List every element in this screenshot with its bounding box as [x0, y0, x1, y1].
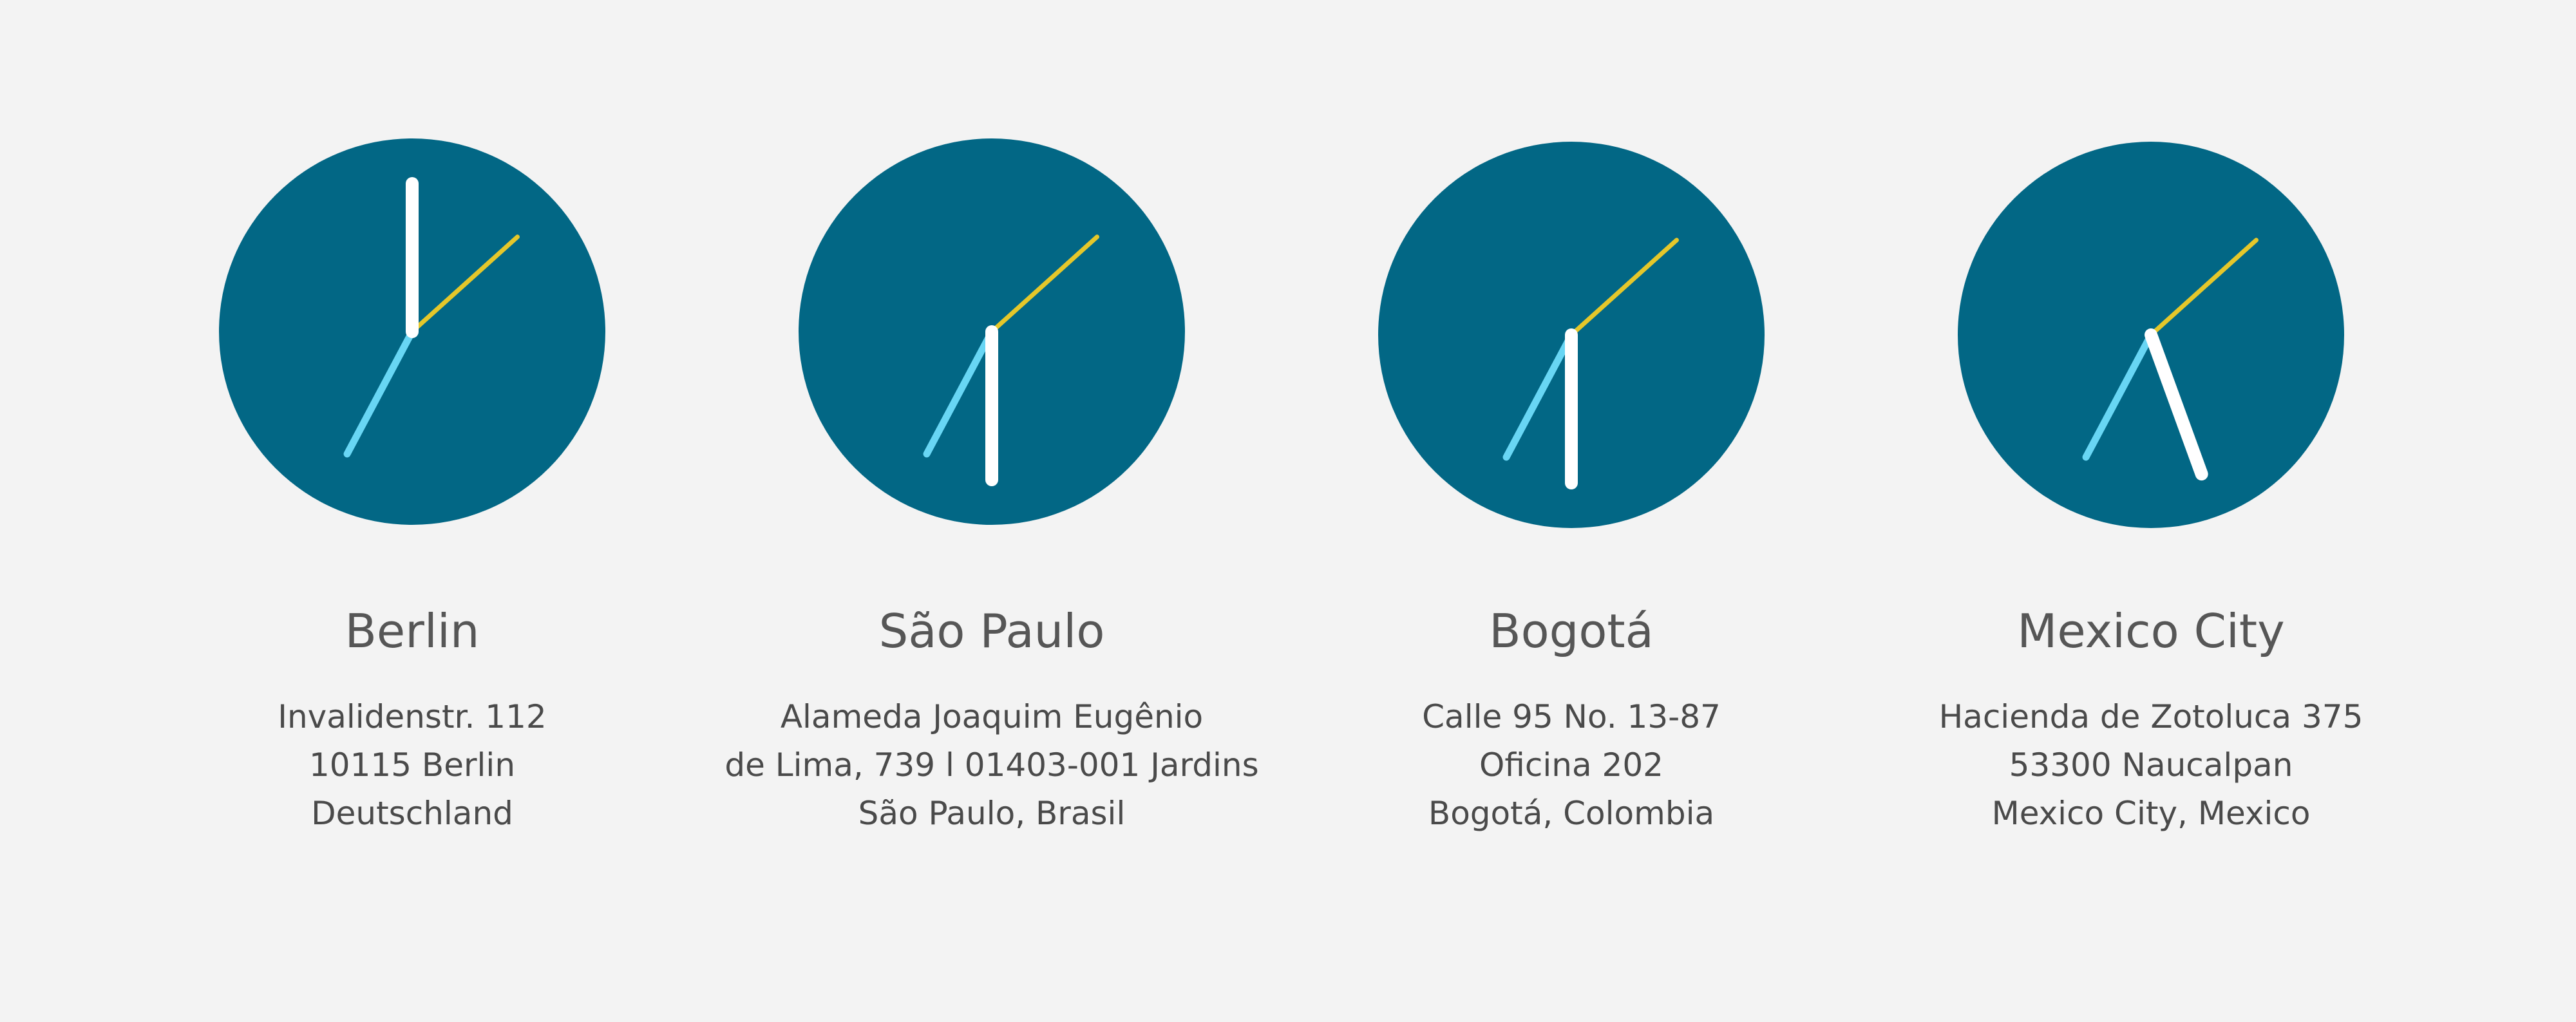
address-line: de Lima, 739 l 01403-001 Jardins	[724, 746, 1259, 784]
office-mexico-city: Mexico City Hacienda de Zotoluca 375 533…	[1861, 0, 2441, 1022]
address-block: Alameda Joaquim Eugênio de Lima, 739 l 0…	[702, 693, 1282, 838]
address-line: Deutschland	[311, 795, 513, 832]
address-block: Calle 95 No. 13-87 Oficina 202 Bogotá, C…	[1282, 693, 1861, 838]
address-line: Mexico City, Mexico	[1991, 795, 2311, 832]
address-block: Hacienda de Zotoluca 375 53300 Naucalpan…	[1861, 693, 2441, 838]
address-block: Invalidenstr. 112 10115 Berlin Deutschla…	[122, 693, 702, 838]
clock-icon	[219, 138, 605, 525]
address-line: São Paulo, Brasil	[858, 795, 1126, 832]
address-line: Bogotá, Colombia	[1428, 795, 1715, 832]
clock-icon	[1958, 142, 2344, 528]
office-bogota: Bogotá Calle 95 No. 13-87 Oficina 202 Bo…	[1282, 0, 1861, 1022]
office-sao-paulo: São Paulo Alameda Joaquim Eugênio de Lim…	[702, 0, 1282, 1022]
clock-icon	[799, 138, 1185, 525]
office-berlin: Berlin Invalidenstr. 112 10115 Berlin De…	[122, 0, 702, 1022]
city-name: São Paulo	[878, 604, 1105, 658]
clock-icon	[1378, 142, 1765, 528]
address-line: Oficina 202	[1479, 746, 1663, 784]
city-name: Berlin	[345, 604, 480, 658]
address-line: Alameda Joaquim Eugênio	[780, 698, 1204, 735]
address-line: Hacienda de Zotoluca 375	[1938, 698, 2363, 735]
address-line: 53300 Naucalpan	[2009, 746, 2293, 784]
city-name: Bogotá	[1489, 604, 1654, 658]
address-line: 10115 Berlin	[308, 746, 516, 784]
address-line: Calle 95 No. 13-87	[1422, 698, 1721, 735]
city-name: Mexico City	[2017, 604, 2285, 658]
address-line: Invalidenstr. 112	[278, 698, 547, 735]
